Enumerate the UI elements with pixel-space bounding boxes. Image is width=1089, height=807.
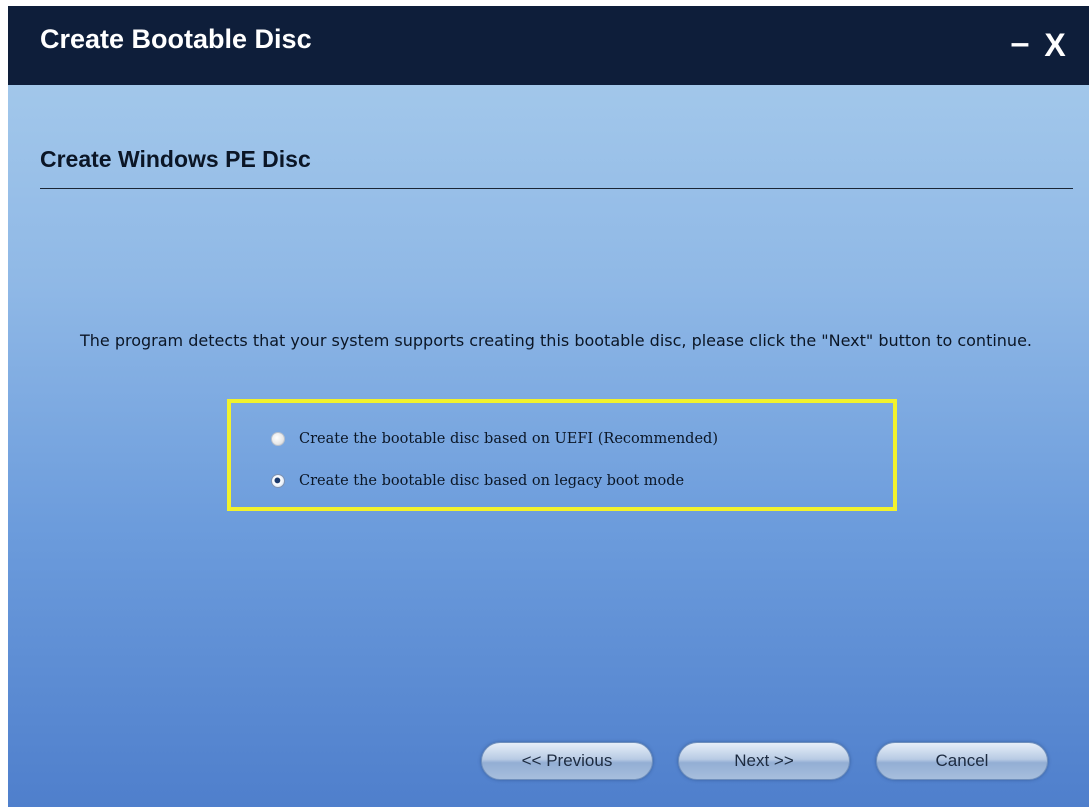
window-title: Create Bootable Disc: [40, 24, 312, 54]
cancel-button[interactable]: Cancel: [876, 742, 1048, 780]
close-button[interactable]: X: [1038, 26, 1072, 64]
boot-mode-options-highlight: Create the bootable disc based on UEFI (…: [227, 399, 897, 511]
create-bootable-disc-window: Create Bootable Disc – X Create Windows …: [8, 6, 1089, 807]
minimize-button[interactable]: –: [1003, 26, 1037, 64]
option-legacy[interactable]: Create the bootable disc based on legacy…: [271, 473, 684, 489]
uefi-radio-button[interactable]: [271, 432, 285, 446]
uefi-option-label[interactable]: Create the bootable disc based on UEFI (…: [299, 431, 718, 447]
title-divider: [40, 188, 1073, 189]
title-bar: Create Bootable Disc – X: [8, 6, 1089, 85]
legacy-option-label[interactable]: Create the bootable disc based on legacy…: [299, 473, 684, 489]
legacy-radio-button[interactable]: [271, 474, 285, 488]
info-message: The program detects that your system sup…: [80, 331, 1032, 350]
option-uefi[interactable]: Create the bootable disc based on UEFI (…: [271, 431, 718, 447]
next-button[interactable]: Next >>: [678, 742, 850, 780]
page-title: Create Windows PE Disc: [40, 146, 311, 172]
previous-button[interactable]: << Previous: [481, 742, 653, 780]
